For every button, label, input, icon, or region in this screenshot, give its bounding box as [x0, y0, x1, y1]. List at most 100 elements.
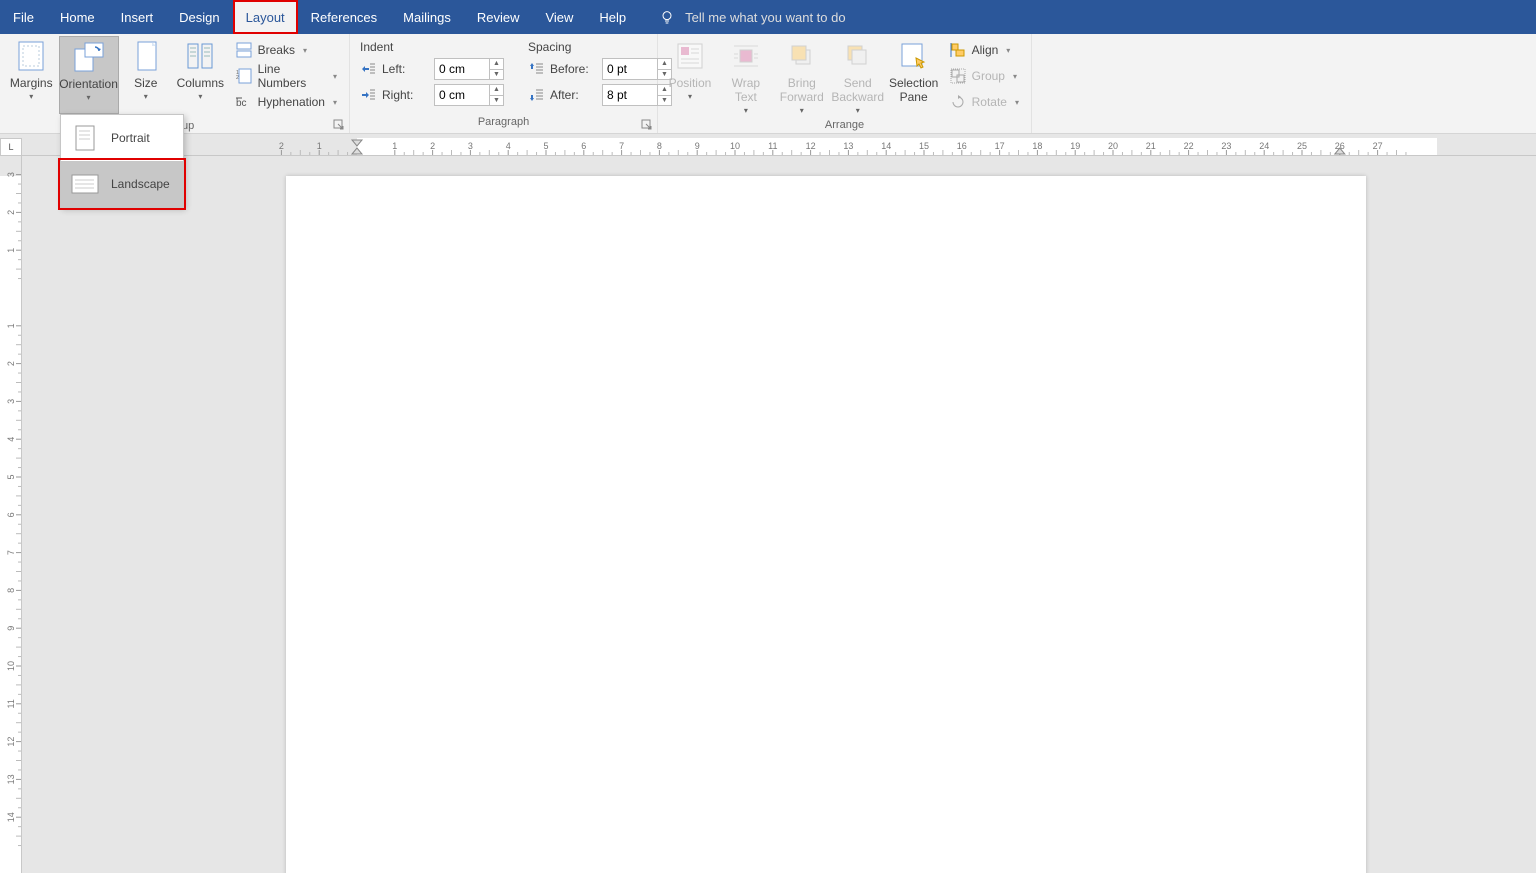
svg-text:11: 11	[768, 141, 777, 151]
margins-icon	[15, 40, 47, 72]
menu-mailings[interactable]: Mailings	[390, 0, 464, 34]
columns-icon	[184, 40, 216, 72]
wrap-text-icon	[730, 40, 762, 72]
svg-text:2: 2	[279, 141, 284, 151]
indent-right-label: Right:	[382, 88, 428, 102]
svg-text:9: 9	[6, 626, 16, 631]
line-numbers-icon: 12	[236, 68, 252, 84]
svg-text:25: 25	[1297, 141, 1307, 151]
align-icon	[950, 42, 966, 58]
menu-references[interactable]: References	[298, 0, 390, 34]
spin-up[interactable]: ▲	[490, 59, 503, 70]
menu-design[interactable]: Design	[166, 0, 232, 34]
indent-right-spinner[interactable]: ▲▼	[434, 84, 504, 106]
svg-text:8: 8	[657, 141, 662, 151]
ribbon-layout: Margins▾ Orientation▾ Size▾ Columns▾ Bre…	[0, 34, 1536, 134]
svg-text:17: 17	[995, 141, 1005, 151]
document-area[interactable]	[22, 156, 1536, 873]
menu-bar: File Home Insert Design Layout Reference…	[0, 0, 1536, 34]
indent-right-icon	[360, 87, 376, 103]
document-page[interactable]	[286, 176, 1366, 873]
margins-button[interactable]: Margins▾	[4, 36, 59, 114]
vertical-ruler[interactable]: 3211234567891011121314	[0, 156, 22, 873]
spacing-before-label: Before:	[550, 62, 596, 76]
svg-text:15: 15	[919, 141, 929, 151]
spacing-heading: Spacing	[528, 36, 672, 56]
svg-text:5: 5	[543, 141, 548, 151]
breaks-icon	[236, 42, 252, 58]
svg-text:1: 1	[317, 141, 322, 151]
horizontal-ruler[interactable]: 2112345678910111213141516171819202122232…	[22, 138, 1536, 156]
menu-file[interactable]: File	[0, 0, 47, 34]
group-icon	[950, 68, 966, 84]
spacing-after-icon	[528, 87, 544, 103]
columns-button[interactable]: Columns▾	[173, 36, 228, 114]
selection-pane-icon	[898, 40, 930, 72]
svg-text:1: 1	[6, 323, 16, 328]
svg-text:2: 2	[236, 75, 239, 81]
menu-layout[interactable]: Layout	[233, 0, 298, 34]
line-numbers-button[interactable]: 12 Line Numbers▾	[232, 64, 341, 88]
svg-text:4: 4	[506, 141, 511, 151]
svg-text:7: 7	[619, 141, 624, 151]
menu-insert[interactable]: Insert	[108, 0, 167, 34]
orientation-button[interactable]: Orientation▾	[59, 36, 119, 114]
orientation-option-landscape[interactable]: Landscape	[61, 161, 183, 207]
menu-view[interactable]: View	[532, 0, 586, 34]
paragraph-launcher[interactable]	[641, 119, 653, 131]
svg-text:11: 11	[6, 699, 16, 708]
bring-forward-icon	[786, 40, 818, 72]
bring-forward-button: Bring Forward▾	[774, 36, 830, 114]
indent-left-input[interactable]	[435, 59, 489, 79]
indent-heading: Indent	[360, 36, 504, 56]
svg-text:21: 21	[1146, 141, 1156, 151]
page-setup-launcher[interactable]	[333, 119, 345, 131]
group-paragraph: Indent Left: ▲▼ Right: ▲▼ Spacing Before…	[350, 34, 658, 133]
portrait-thumb-icon	[75, 125, 95, 151]
arrange-group-label: Arrange	[825, 119, 864, 131]
svg-text:22: 22	[1184, 141, 1194, 151]
size-button[interactable]: Size▾	[119, 36, 174, 114]
spacing-after-label: After:	[550, 88, 596, 102]
lightbulb-icon	[659, 9, 675, 25]
ruler-corner-tab-selector[interactable]: L	[0, 138, 22, 156]
svg-text:23: 23	[1221, 141, 1231, 151]
svg-text:1: 1	[6, 248, 16, 253]
indent-right-input[interactable]	[435, 85, 489, 105]
menu-home[interactable]: Home	[47, 0, 108, 34]
tell-me-search[interactable]	[659, 0, 945, 34]
menu-review[interactable]: Review	[464, 0, 533, 34]
spin-up[interactable]: ▲	[490, 85, 503, 96]
indent-left-spinner[interactable]: ▲▼	[434, 58, 504, 80]
spin-down[interactable]: ▼	[490, 96, 503, 106]
orientation-icon	[73, 41, 105, 73]
tell-me-input[interactable]	[685, 10, 945, 25]
orientation-option-portrait[interactable]: Portrait	[61, 115, 183, 161]
group-arrange: Position▾ Wrap Text▾ Bring Forward▾ Send…	[658, 34, 1032, 133]
menu-help[interactable]: Help	[586, 0, 639, 34]
svg-text:12: 12	[806, 141, 816, 151]
send-backward-button: Send Backward▾	[830, 36, 886, 114]
paragraph-group-label: Paragraph	[478, 116, 529, 128]
svg-text:16: 16	[957, 141, 967, 151]
spin-down[interactable]: ▼	[490, 70, 503, 80]
align-button[interactable]: Align▾	[946, 38, 1023, 62]
spacing-before-input[interactable]	[603, 59, 657, 79]
svg-text:3: 3	[468, 141, 473, 151]
svg-text:8: 8	[6, 588, 16, 593]
spacing-after-input[interactable]	[603, 85, 657, 105]
wrap-text-button: Wrap Text▾	[718, 36, 774, 114]
svg-text:13: 13	[6, 774, 16, 784]
group-button: Group▾	[946, 64, 1023, 88]
indent-left-icon	[360, 61, 376, 77]
hyphenation-button[interactable]: bc Hyphenation▾	[232, 90, 341, 114]
svg-text:3: 3	[6, 399, 16, 404]
selection-pane-button[interactable]: Selection Pane	[886, 36, 942, 114]
breaks-button[interactable]: Breaks▾	[232, 38, 341, 62]
spacing-before-icon	[528, 61, 544, 77]
svg-text:20: 20	[1108, 141, 1118, 151]
svg-text:13: 13	[843, 141, 853, 151]
svg-text:10: 10	[6, 661, 16, 671]
send-backward-icon	[842, 40, 874, 72]
svg-text:14: 14	[881, 141, 891, 151]
